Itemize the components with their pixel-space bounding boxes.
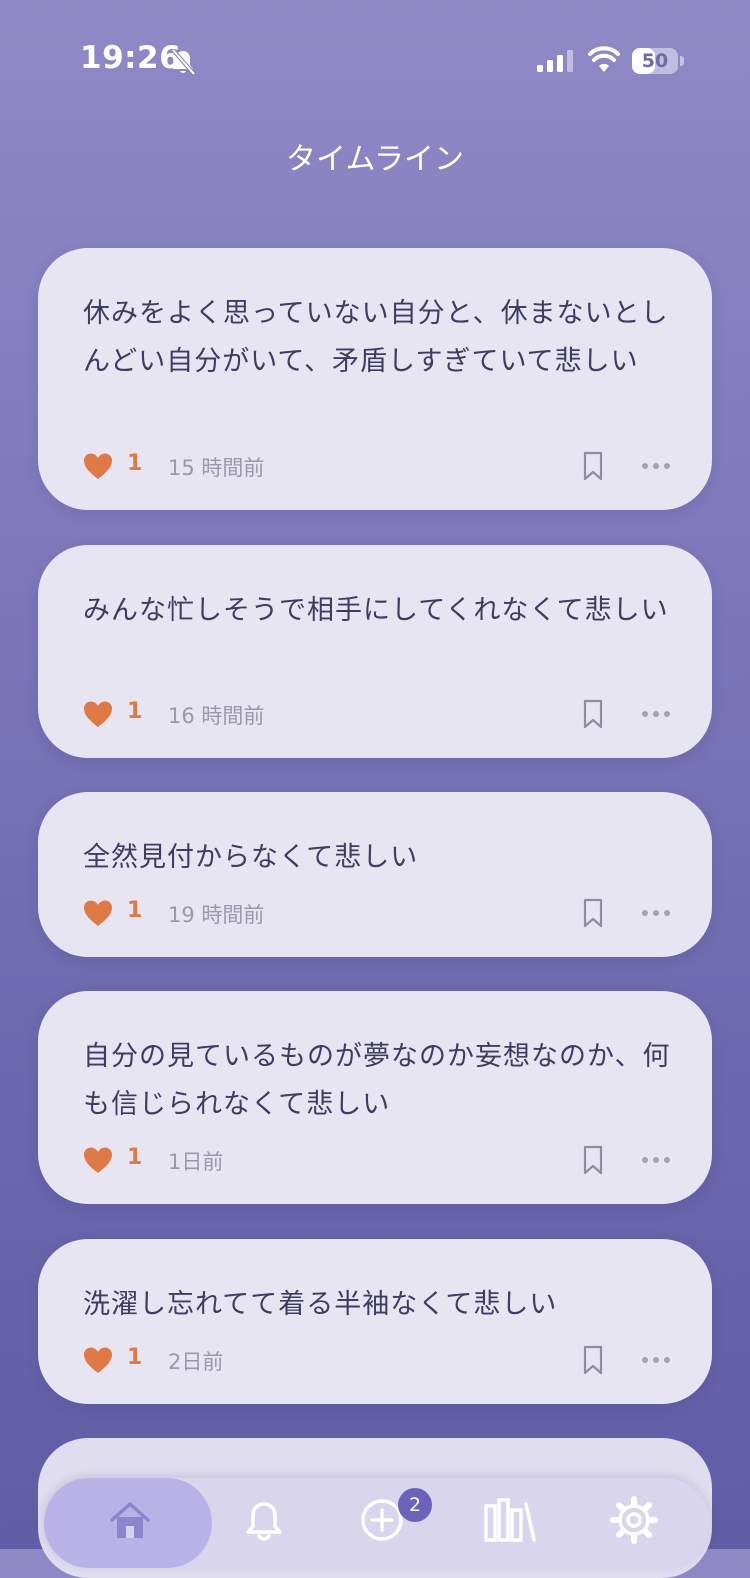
post-card[interactable]: 洗濯し忘れてて着る半袖なくて悲しい 1 2日前 bbox=[38, 1239, 712, 1404]
bookmark-icon[interactable] bbox=[582, 1145, 604, 1175]
post-card[interactable]: 休みをよく思っていない自分と、休まないとしんどい自分がいて、矛盾しすぎていて悲し… bbox=[38, 248, 712, 510]
battery-percentage: 50 bbox=[641, 50, 669, 72]
status-bar: 19:26 50 bbox=[0, 0, 750, 110]
post-timestamp: 1日前 bbox=[168, 1150, 224, 1174]
heart-icon[interactable] bbox=[83, 1146, 113, 1174]
post-timestamp: 19 時間前 bbox=[168, 903, 265, 927]
post-meta: 1 15 時間前 bbox=[83, 448, 673, 486]
more-options-icon[interactable] bbox=[641, 462, 671, 470]
heart-icon[interactable] bbox=[83, 1346, 113, 1374]
gear-icon[interactable] bbox=[610, 1496, 658, 1544]
post-timestamp: 15 時間前 bbox=[168, 456, 265, 480]
heart-icon[interactable] bbox=[83, 899, 113, 927]
more-options-icon[interactable] bbox=[641, 1156, 671, 1164]
post-meta: 1 19 時間前 bbox=[83, 895, 673, 933]
heart-icon[interactable] bbox=[83, 452, 113, 480]
page-title: タイムライン bbox=[286, 142, 464, 177]
wifi-icon bbox=[588, 46, 620, 72]
library-icon[interactable] bbox=[482, 1496, 538, 1544]
more-options-icon[interactable] bbox=[641, 909, 671, 917]
notification-badge: 2 bbox=[398, 1488, 432, 1522]
bookmark-icon[interactable] bbox=[582, 1345, 604, 1375]
post-meta: 1 1日前 bbox=[83, 1142, 673, 1180]
battery-icon: 50 bbox=[632, 48, 684, 74]
post-text: 自分の見ているものが夢なのか妄想なのか、何も信じられなくて悲しい bbox=[83, 1041, 671, 1120]
like-count: 1 bbox=[127, 898, 143, 923]
like-count: 1 bbox=[127, 1145, 143, 1170]
post-meta: 1 2日前 bbox=[83, 1342, 673, 1380]
post-card[interactable]: みんな忙しそうで相手にしてくれなくて悲しい 1 16 時間前 bbox=[38, 545, 712, 758]
post-text: 全然見付からなくて悲しい bbox=[83, 842, 419, 873]
more-options-icon[interactable] bbox=[641, 710, 671, 718]
post-card[interactable]: 自分の見ているものが夢なのか妄想なのか、何も信じられなくて悲しい 1 1日前 bbox=[38, 991, 712, 1204]
bookmark-icon[interactable] bbox=[582, 451, 604, 481]
post-text: 洗濯し忘れてて着る半袖なくて悲しい bbox=[83, 1289, 558, 1320]
heart-icon[interactable] bbox=[83, 700, 113, 728]
post-text: 休みをよく思っていない自分と、休まないとしんどい自分がいて、矛盾しすぎていて悲し… bbox=[83, 298, 669, 377]
status-time: 19:26 bbox=[80, 40, 182, 76]
bell-icon[interactable] bbox=[240, 1496, 288, 1544]
post-text: みんな忙しそうで相手にしてくれなくて悲しい bbox=[83, 595, 669, 626]
tab-bar: 2 bbox=[44, 1478, 710, 1568]
like-count: 1 bbox=[127, 451, 143, 476]
bookmark-icon[interactable] bbox=[582, 898, 604, 928]
more-options-icon[interactable] bbox=[641, 1356, 671, 1364]
bookmark-icon[interactable] bbox=[582, 699, 604, 729]
signal-icon bbox=[537, 50, 573, 72]
like-count: 1 bbox=[127, 699, 143, 724]
bell-off-icon bbox=[171, 48, 196, 76]
home-icon[interactable] bbox=[106, 1496, 154, 1544]
post-meta: 1 16 時間前 bbox=[83, 696, 673, 734]
post-timestamp: 2日前 bbox=[168, 1350, 224, 1374]
post-card[interactable]: 全然見付からなくて悲しい 1 19 時間前 bbox=[38, 792, 712, 957]
post-timestamp: 16 時間前 bbox=[168, 704, 265, 728]
like-count: 1 bbox=[127, 1345, 143, 1370]
